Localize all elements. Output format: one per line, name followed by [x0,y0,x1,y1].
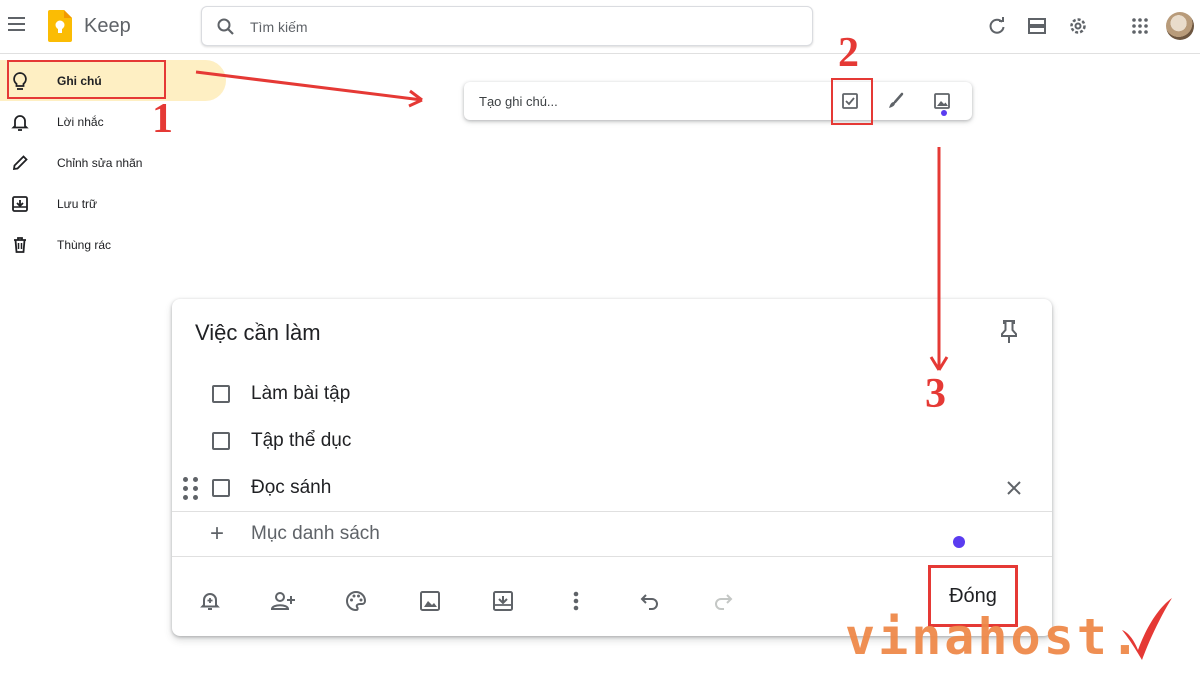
search-input[interactable] [250,16,790,38]
redo-button[interactable] [710,588,736,614]
avatar[interactable] [1166,12,1194,40]
add-list-item[interactable]: + Mục danh sách [172,514,1052,554]
image-icon [934,93,950,109]
search-bar[interactable] [201,6,813,46]
cursor-dot [953,536,965,548]
drag-handle-icon[interactable] [183,477,199,501]
sidebar-item-label: Thùng rác [57,237,112,252]
remind-me-button[interactable] [197,588,223,614]
highlight-list-button-box [831,78,873,125]
list-item: Đọc sánh [172,468,1052,508]
top-header: Keep [0,0,1200,54]
item-text[interactable]: Đọc sánh [251,477,331,499]
archive-icon [493,591,513,611]
item-text[interactable]: Làm bài tập [251,383,350,405]
sidebar-item-label: Lưu trữ [57,196,98,211]
take-note-bar[interactable]: Tạo ghi chú... [464,82,972,120]
item-checkbox[interactable] [212,479,230,497]
step-3-label: 3 [925,371,946,417]
brand-check-icon [1122,598,1172,660]
item-checkbox[interactable] [212,432,230,450]
watermark-text: vinahost. [845,608,1143,666]
background-options-button[interactable] [343,588,369,614]
highlight-notes-box [7,60,166,99]
archive-icon [10,194,30,214]
add-item-placeholder[interactable]: Mục danh sách [251,523,380,545]
item-checkbox[interactable] [212,385,230,403]
note-editor: Việc cần làm Làm bài tập Tập thể dục Đọc… [172,299,1052,636]
arrow-to-editor-icon [929,147,949,371]
more-vert-icon [573,591,579,611]
app-title: Keep [84,15,131,37]
item-text[interactable]: Tập thể dục [251,430,351,452]
new-drawing-button[interactable] [886,91,906,111]
cursor-dot [941,110,947,116]
close-icon[interactable] [1004,478,1024,498]
settings-button[interactable] [1066,14,1090,38]
palette-icon [346,590,367,612]
bell-plus-icon [200,593,220,610]
list-item: Làm bài tập [172,374,1052,414]
pin-button[interactable] [994,317,1024,347]
archive-button[interactable] [490,588,516,614]
gear-icon [1070,18,1086,34]
sidebar-item-label: Chỉnh sửa nhãn [57,155,143,170]
note-title[interactable]: Việc cần làm [195,320,321,346]
step-1-label: 1 [152,96,173,142]
sidebar-item-trash[interactable]: Thùng rác [0,224,230,265]
undo-button[interactable] [637,588,663,614]
arrow-to-take-note-icon [195,70,423,108]
list-item: Tập thể dục [172,421,1052,461]
divider [172,511,1052,512]
take-note-placeholder[interactable]: Tạo ghi chú... [479,94,558,109]
bell-icon [10,112,30,132]
pin-icon [1001,320,1017,343]
sidebar-item-archive[interactable]: Lưu trữ [0,183,230,224]
collaborator-button[interactable] [270,588,296,614]
add-image-button[interactable] [417,588,443,614]
new-image-button[interactable] [932,91,952,111]
sidebar-item-label: Lời nhắc [57,114,104,129]
keep-logo-icon[interactable] [48,10,72,42]
brush-icon [889,92,904,108]
apps-grid-icon [1132,18,1148,34]
person-add-icon [270,592,295,610]
list-view-button[interactable] [1025,14,1049,38]
search-icon[interactable] [216,17,236,37]
step-2-label: 2 [838,30,859,76]
list-view-icon [1028,18,1046,34]
more-button[interactable] [563,588,589,614]
divider [172,556,1052,557]
refresh-icon [989,17,1005,34]
main-menu-button[interactable] [8,12,32,36]
redo-icon [715,594,733,610]
sidebar-item-edit-labels[interactable]: Chỉnh sửa nhãn [0,142,230,183]
image-icon [420,591,440,611]
refresh-button[interactable] [985,14,1009,38]
apps-button[interactable] [1128,14,1152,38]
undo-icon [640,594,658,610]
pencil-icon [10,153,30,173]
plus-icon: + [210,520,225,547]
trash-icon [10,235,30,255]
